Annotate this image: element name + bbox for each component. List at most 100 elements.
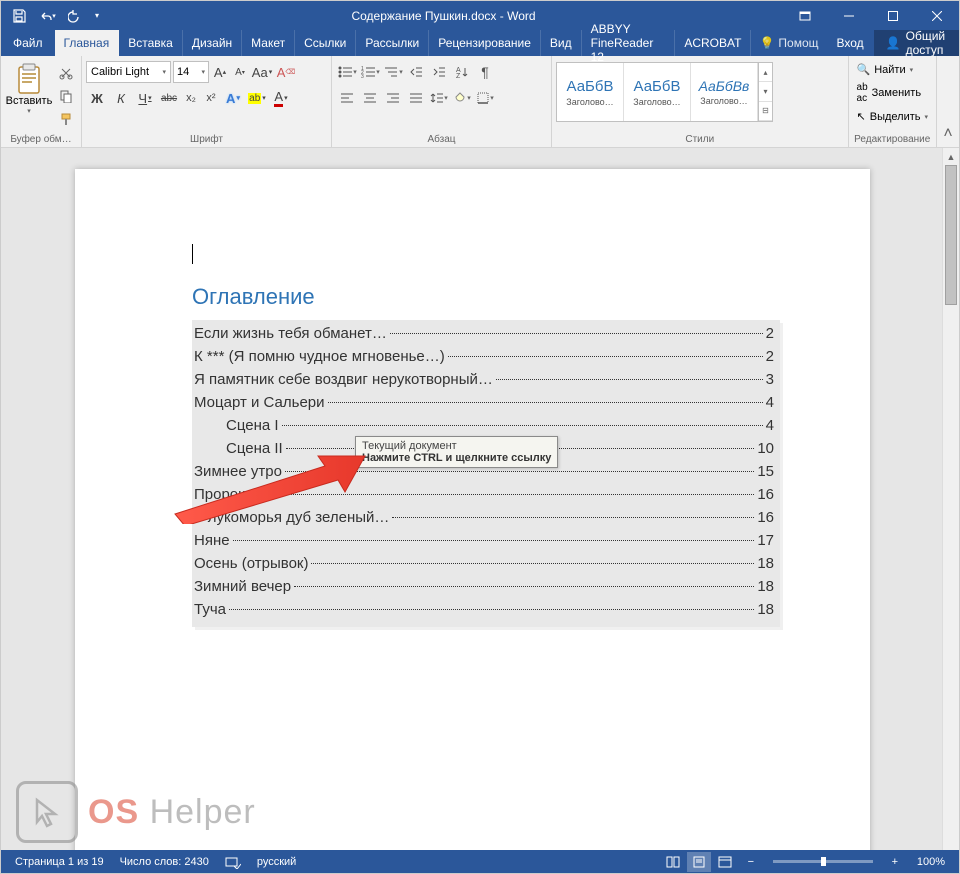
toc-entry[interactable]: Осень (отрывок) 18 [194, 552, 774, 575]
toc-entry[interactable]: Зимний вечер 18 [194, 575, 774, 598]
tab-mailings[interactable]: Рассылки [356, 30, 429, 56]
toc-entry[interactable]: Моцарт и Сальери4 [194, 391, 774, 414]
tab-abbyy[interactable]: ABBYY FineReader 12 [582, 30, 676, 56]
format-painter-icon[interactable] [55, 109, 77, 129]
font-size-combo[interactable]: 14▾ [173, 61, 209, 83]
share-button[interactable]: 👤Общий доступ [874, 30, 959, 56]
toc-entry[interactable]: Пророк16 [194, 483, 774, 506]
tab-file[interactable]: Файл [1, 30, 55, 56]
tab-layout[interactable]: Макет [242, 30, 295, 56]
shading-button[interactable]: ▾ [451, 87, 473, 109]
word-count[interactable]: Число слов: 2430 [112, 856, 217, 868]
show-marks-icon[interactable]: ¶ [474, 61, 496, 83]
tell-me-search[interactable]: 💡Помощ [751, 30, 826, 56]
text-effects-button[interactable]: A▾ [222, 87, 244, 109]
styles-gallery[interactable]: АаБбВЗаголово… АаБбВЗаголово… АаБбВвЗаго… [556, 62, 773, 122]
sort-icon[interactable]: AZ [451, 61, 473, 83]
align-right-icon[interactable] [382, 87, 404, 109]
copy-icon[interactable] [55, 86, 77, 106]
login-link[interactable]: Вход [827, 30, 874, 56]
zoom-slider[interactable] [773, 860, 873, 863]
scroll-up-icon[interactable]: ▲ [943, 148, 959, 165]
shrink-font-icon[interactable]: A▾ [231, 61, 249, 83]
subscript-button[interactable]: x₂ [182, 87, 200, 109]
bold-button[interactable]: Ж [86, 87, 108, 109]
cursor-icon: ↖ [857, 110, 866, 123]
bullets-button[interactable]: ▾ [336, 61, 358, 83]
strikethrough-button[interactable]: abc [158, 87, 180, 109]
minimize-icon[interactable] [827, 1, 871, 30]
document-title: Содержание Пушкин.docx - Word [104, 9, 783, 23]
numbering-button[interactable]: 123▾ [359, 61, 381, 83]
toc-field[interactable]: Если жизнь тебя обманет… 2К *** (Я помню… [192, 320, 780, 627]
zoom-out-icon[interactable]: − [739, 852, 763, 872]
align-center-icon[interactable] [359, 87, 381, 109]
zoom-in-icon[interactable]: + [883, 852, 907, 872]
underline-button[interactable]: Ч▾ [134, 87, 156, 109]
tab-review[interactable]: Рецензирование [429, 30, 541, 56]
save-icon[interactable] [6, 3, 32, 29]
font-name-combo[interactable]: Calibri Light▾ [86, 61, 171, 83]
line-spacing-button[interactable]: ▾ [428, 87, 450, 109]
multilevel-list-button[interactable]: ▾ [382, 61, 404, 83]
superscript-button[interactable]: x² [202, 87, 220, 109]
font-color-button[interactable]: A▾ [270, 87, 292, 109]
toc-entry-text: Осень (отрывок) [194, 555, 308, 572]
tab-references[interactable]: Ссылки [295, 30, 356, 56]
styles-expand[interactable]: ▴▾⊟ [758, 63, 772, 121]
grow-font-icon[interactable]: A▴ [211, 61, 229, 83]
align-left-icon[interactable] [336, 87, 358, 109]
redo-icon[interactable] [62, 3, 88, 29]
toc-entry[interactable]: Если жизнь тебя обманет… 2 [194, 322, 774, 345]
read-mode-icon[interactable] [661, 852, 685, 872]
ribbon-display-icon[interactable] [783, 1, 827, 30]
spellcheck-icon[interactable] [217, 855, 249, 869]
print-layout-icon[interactable] [687, 852, 711, 872]
toc-entry[interactable]: Я памятник себе воздвиг нерукотворный… 3 [194, 368, 774, 391]
toc-entry[interactable]: Туча 18 [194, 598, 774, 621]
highlight-button[interactable]: ab▾ [246, 87, 268, 109]
undo-icon[interactable]: ▾ [34, 3, 60, 29]
tab-acrobat[interactable]: ACROBAT [675, 30, 751, 56]
svg-text:Z: Z [456, 73, 461, 79]
toc-leader [448, 356, 763, 357]
style-heading3[interactable]: АаБбВвЗаголово… [691, 63, 758, 121]
toc-leader [282, 425, 763, 426]
toc-title: Оглавление [192, 284, 780, 310]
toc-entry-text: Зимнее утро [194, 463, 282, 480]
toc-entry[interactable]: Няне 17 [194, 529, 774, 552]
paste-button[interactable]: Вставить ▾ [5, 59, 53, 115]
toc-entry-text: Няне [194, 532, 230, 549]
decrease-indent-icon[interactable] [405, 61, 427, 83]
maximize-icon[interactable] [871, 1, 915, 30]
replace-button[interactable]: abacЗаменить [853, 80, 926, 106]
tab-design[interactable]: Дизайн [183, 30, 242, 56]
qat-customize-icon[interactable]: ▾ [90, 3, 104, 29]
tab-home[interactable]: Главная [55, 30, 120, 56]
language-indicator[interactable]: русский [249, 856, 304, 868]
change-case-button[interactable]: Aa▾ [251, 61, 273, 83]
select-button[interactable]: ↖Выделить▾ [853, 108, 932, 125]
increase-indent-icon[interactable] [428, 61, 450, 83]
vertical-scrollbar[interactable]: ▲ [942, 148, 959, 850]
cut-icon[interactable] [55, 63, 77, 83]
page-indicator[interactable]: Страница 1 из 19 [7, 856, 112, 868]
zoom-level[interactable]: 100% [909, 856, 953, 868]
tab-view[interactable]: Вид [541, 30, 582, 56]
find-button[interactable]: 🔍Найти▾ [853, 61, 918, 78]
justify-icon[interactable] [405, 87, 427, 109]
close-icon[interactable] [915, 1, 959, 30]
toc-entry[interactable]: У лукоморья дуб зеленый… 16 [194, 506, 774, 529]
toc-entry[interactable]: Сцена I 4 [194, 414, 774, 437]
toc-entry[interactable]: К *** (Я помню чудное мгновенье…)2 [194, 345, 774, 368]
tab-insert[interactable]: Вставка [119, 30, 183, 56]
scroll-thumb[interactable] [945, 165, 957, 305]
italic-button[interactable]: К [110, 87, 132, 109]
web-layout-icon[interactable] [713, 852, 737, 872]
collapse-ribbon-icon[interactable]: ˄ [937, 56, 959, 147]
style-heading2[interactable]: АаБбВЗаголово… [624, 63, 691, 121]
page[interactable]: Оглавление Если жизнь тебя обманет… 2К *… [75, 169, 870, 850]
style-heading1[interactable]: АаБбВЗаголово… [557, 63, 624, 121]
clear-formatting-icon[interactable]: A⌫ [275, 61, 297, 83]
borders-button[interactable]: ▾ [474, 87, 496, 109]
